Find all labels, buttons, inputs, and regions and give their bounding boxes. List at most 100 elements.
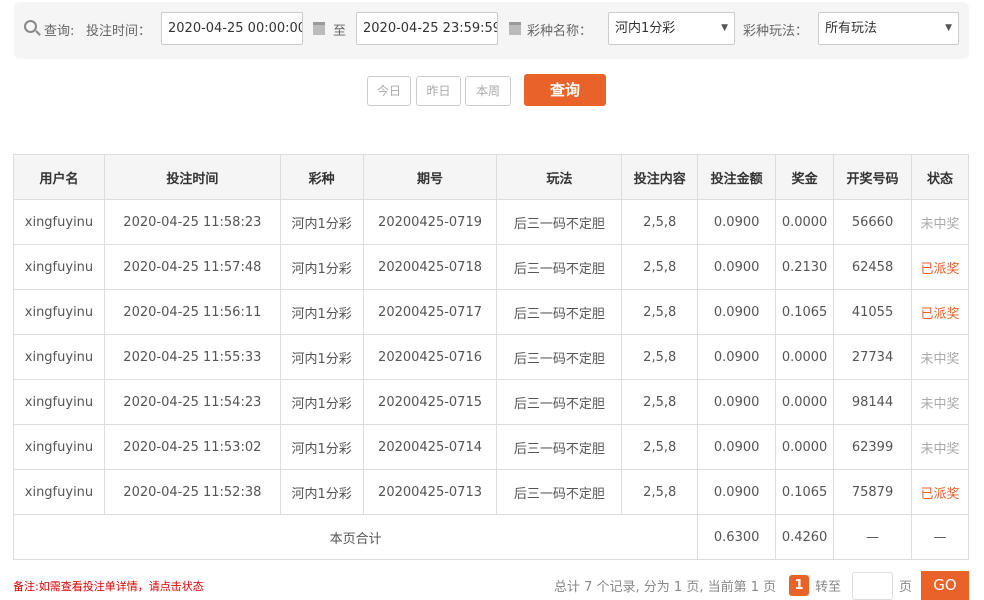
table-cell: 河内1分彩 xyxy=(279,424,364,470)
table-cell: 20200425-0715 xyxy=(362,379,498,425)
table-cell: 2020-04-25 11:52:38 xyxy=(103,469,281,515)
table-cell: 后三一码不定胆 xyxy=(496,244,623,290)
table-cell: 0.0900 xyxy=(697,199,777,245)
table-cell: 41055 xyxy=(833,289,912,335)
table-cell: 0.0000 xyxy=(775,334,835,380)
table-row: xingfuyinu 2020-04-25 11:52:38 河内1分彩 202004… xyxy=(13,469,969,515)
calendar-icon[interactable] xyxy=(313,22,325,35)
table-cell: 0.0900 xyxy=(697,244,777,290)
column-header: 彩种 xyxy=(279,154,364,200)
current-page-button[interactable]: 1 xyxy=(789,575,809,596)
table-cell: 河内1分彩 xyxy=(279,334,364,380)
start-time-input[interactable]: 2020-04-25 00:00:00 xyxy=(161,12,303,45)
calendar-icon[interactable] xyxy=(509,22,521,35)
query-label: 查询: xyxy=(44,24,75,39)
table-cell: 后三一码不定胆 xyxy=(496,199,623,245)
this-week-button[interactable]: 本周 xyxy=(465,76,511,106)
table-cell: 2020-04-25 11:55:33 xyxy=(103,334,281,380)
table-cell: 0.1065 xyxy=(775,469,835,515)
column-header: 投注内容 xyxy=(621,154,699,200)
to-label: 至 xyxy=(333,24,347,39)
table-cell: 20200425-0716 xyxy=(362,334,498,380)
table-cell: 20200425-0717 xyxy=(362,289,498,335)
table-cell: 56660 xyxy=(833,199,912,245)
table-row: xingfuyinu 2020-04-25 11:56:11 河内1分彩 202004… xyxy=(13,289,969,335)
table-cell: 河内1分彩 xyxy=(279,289,364,335)
table-cell: 0.0900 xyxy=(697,379,777,425)
yesterday-button[interactable]: 昨日 xyxy=(416,76,461,106)
table-cell: 2,5,8 xyxy=(621,469,699,515)
pager-summary: 总计 7 个记录, 分为 1 页, 当前第 1 页 xyxy=(554,580,777,595)
goto-label: 转至 xyxy=(815,580,842,595)
table-header: 用户名 投注时间 彩种 期号 玩法 投注内容 投注金额 奖金 开奖号码 状态 xyxy=(13,154,969,200)
total-numbers: — xyxy=(833,514,912,560)
column-header: 状态 xyxy=(911,154,969,200)
chevron-down-icon: ▼ xyxy=(945,23,952,33)
table-cell: 0.0900 xyxy=(697,424,777,470)
page-label: 页 xyxy=(899,580,913,595)
table-cell: 0.0000 xyxy=(775,424,835,470)
table-cell: xingfuyinu xyxy=(13,424,105,470)
table-cell: 27734 xyxy=(833,334,912,380)
bet-records-table: 用户名 投注时间 彩种 期号 玩法 投注内容 投注金额 奖金 开奖号码 状态 xingfuyinu… xyxy=(12,154,969,560)
end-time-input[interactable]: 2020-04-25 23:59:59 xyxy=(356,12,498,45)
lottery-label: 彩种名称： xyxy=(527,24,593,39)
table-cell: 0.0900 xyxy=(697,469,777,515)
table-cell: 0.0900 xyxy=(697,334,777,380)
table-cell: 75879 xyxy=(833,469,912,515)
go-button[interactable]: GO xyxy=(921,571,969,600)
column-header: 奖金 xyxy=(775,154,835,200)
table-cell: 2020-04-25 11:57:48 xyxy=(103,244,281,290)
table-cell: xingfuyinu xyxy=(13,334,105,380)
column-header: 开奖号码 xyxy=(833,154,912,200)
table-cell: 后三一码不定胆 xyxy=(496,469,623,515)
table-cell: 0.2130 xyxy=(775,244,835,290)
table-row: xingfuyinu 2020-04-25 11:54:23 河内1分彩 202004… xyxy=(13,379,969,425)
table-row: xingfuyinu 2020-04-25 11:53:02 河内1分彩 202004… xyxy=(13,424,969,470)
table-cell: 2,5,8 xyxy=(621,379,699,425)
table-cell: 2,5,8 xyxy=(621,244,699,290)
table-cell: xingfuyinu xyxy=(13,469,105,515)
status-cell[interactable]: 未中奖 xyxy=(911,334,969,380)
column-header: 投注金额 xyxy=(697,154,777,200)
table-cell: xingfuyinu xyxy=(13,379,105,425)
lottery-select[interactable]: 河内1分彩 ▼ xyxy=(608,12,735,45)
total-row: 本页合计 0.6300 0.4260— — xyxy=(12,514,969,560)
table-cell: xingfuyinu xyxy=(13,289,105,335)
table-cell: 2,5,8 xyxy=(621,334,699,380)
table-cell: 2020-04-25 11:56:11 xyxy=(103,289,281,335)
table-cell: 2,5,8 xyxy=(621,199,699,245)
total-bonus: 0.4260 xyxy=(775,514,835,560)
table-cell: 20200425-0718 xyxy=(362,244,498,290)
table-cell: 20200425-0713 xyxy=(362,469,498,515)
table-cell: 20200425-0714 xyxy=(362,424,498,470)
play-label: 彩种玩法： xyxy=(743,24,809,39)
status-cell[interactable]: 已派奖 xyxy=(911,289,969,335)
play-select-value: 所有玩法 xyxy=(825,21,878,36)
table-cell: 后三一码不定胆 xyxy=(496,334,623,380)
table-cell: 0.0000 xyxy=(775,379,835,425)
column-header: 投注时间 xyxy=(103,154,281,200)
time-label: 投注时间： xyxy=(86,24,152,39)
table-cell: 62458 xyxy=(833,244,912,290)
page-input[interactable] xyxy=(852,572,893,600)
status-cell[interactable]: 未中奖 xyxy=(911,199,969,245)
lottery-select-value: 河内1分彩 xyxy=(615,21,676,36)
table-row: xingfuyinu 2020-04-25 11:57:48 河内1分彩 202004… xyxy=(13,244,969,290)
status-cell[interactable]: 未中奖 xyxy=(911,424,969,470)
column-header: 玩法 xyxy=(496,154,623,200)
column-header: 用户名 xyxy=(13,154,105,200)
status-cell[interactable]: 未中奖 xyxy=(911,379,969,425)
search-button[interactable]: 查询 xyxy=(524,74,606,106)
table-cell: 后三一码不定胆 xyxy=(496,289,623,335)
status-cell[interactable]: 已派奖 xyxy=(911,469,969,515)
total-label: 本页合计 xyxy=(12,514,699,560)
table-cell: 98144 xyxy=(833,379,912,425)
play-select[interactable]: 所有玩法 ▼ xyxy=(818,12,959,45)
today-button[interactable]: 今日 xyxy=(367,76,411,106)
table-cell: 2,5,8 xyxy=(621,424,699,470)
table-cell: 后三一码不定胆 xyxy=(496,424,623,470)
status-cell[interactable]: 已派奖 xyxy=(911,244,969,290)
table-row: xingfuyinu 2020-04-25 11:58:23 河内1分彩 202004… xyxy=(13,199,969,245)
column-header: 期号 xyxy=(362,154,498,200)
